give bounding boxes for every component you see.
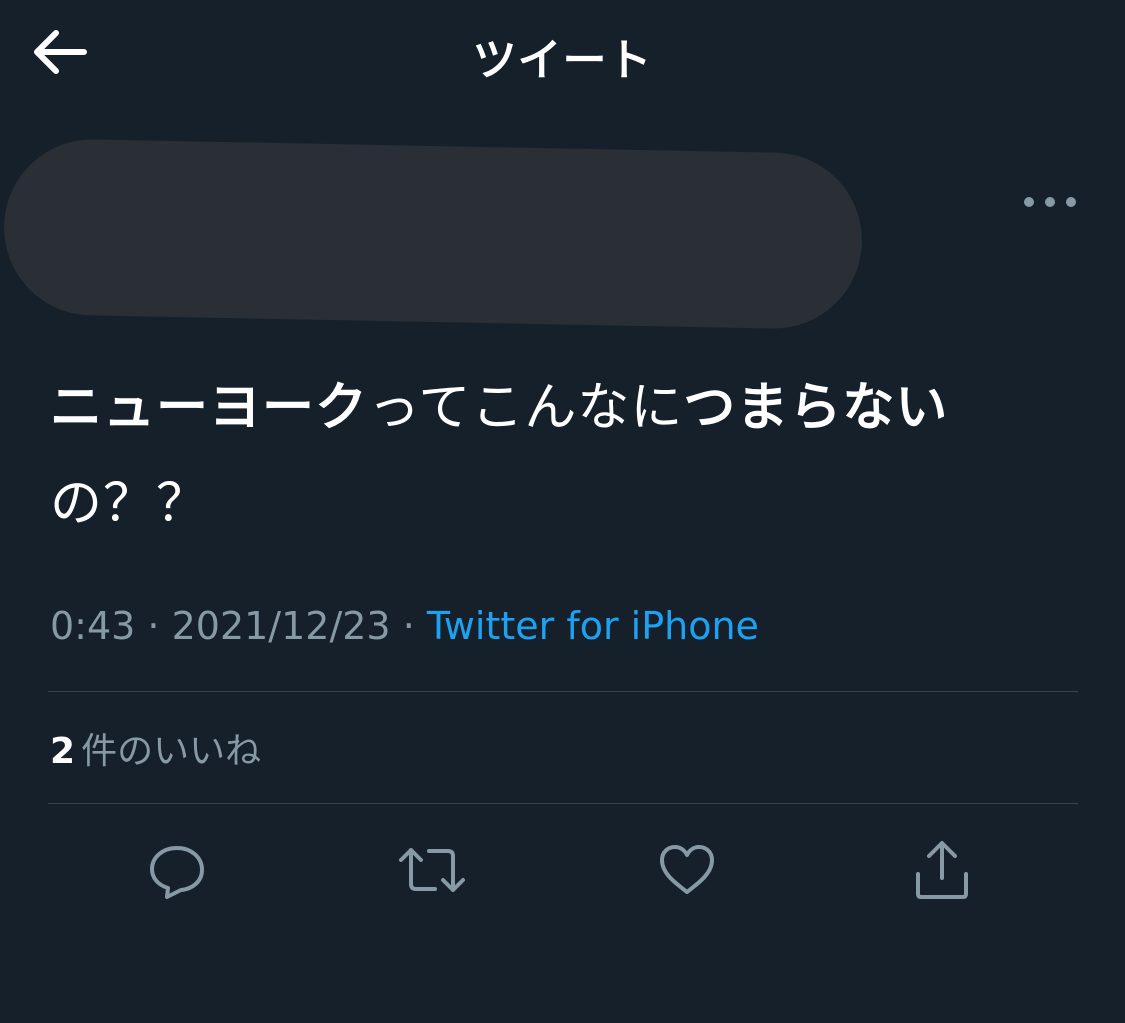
tweet-metadata: 0:43 · 2021/12/23 · Twitter for iPhone [50,604,759,648]
tweet-source-link[interactable]: Twitter for iPhone [427,604,759,648]
tweet-time: 0:43 [50,604,136,648]
retweet-button[interactable] [392,830,472,910]
more-options-button[interactable] [1024,186,1076,218]
likes-stat[interactable]: 2 件のいいね [50,722,261,774]
more-dot-icon [1066,197,1076,207]
page-title: ツイート [472,35,653,86]
reply-button[interactable] [137,830,217,910]
tweet-text-segment: ってこんなに [368,378,684,438]
share-icon [916,841,968,899]
divider [48,691,1078,692]
share-button[interactable] [902,830,982,910]
meta-separator: · [390,604,427,648]
tweet-text-segment: つまらない [683,378,949,438]
divider [48,803,1078,804]
retweet-icon [399,848,465,892]
likes-count: 2 [50,731,76,772]
tweet-actions-bar [0,830,1125,910]
more-dot-icon [1045,197,1055,207]
tweet-text-segment: の？？ [50,474,210,534]
like-icon [660,845,714,894]
more-dot-icon [1024,197,1034,207]
top-bar: ツイート [0,0,1125,110]
like-button[interactable] [647,830,727,910]
tweet-text-segment: ニューヨーク [50,378,369,438]
meta-separator: · [135,604,172,648]
redacted-author-area [2,137,864,331]
tweet-text: ニューヨークってこんなにつまらないの？？ [50,360,1060,552]
reply-icon [150,846,204,899]
tweet-date: 2021/12/23 [171,604,391,648]
likes-label: 件のいいね [81,731,262,772]
